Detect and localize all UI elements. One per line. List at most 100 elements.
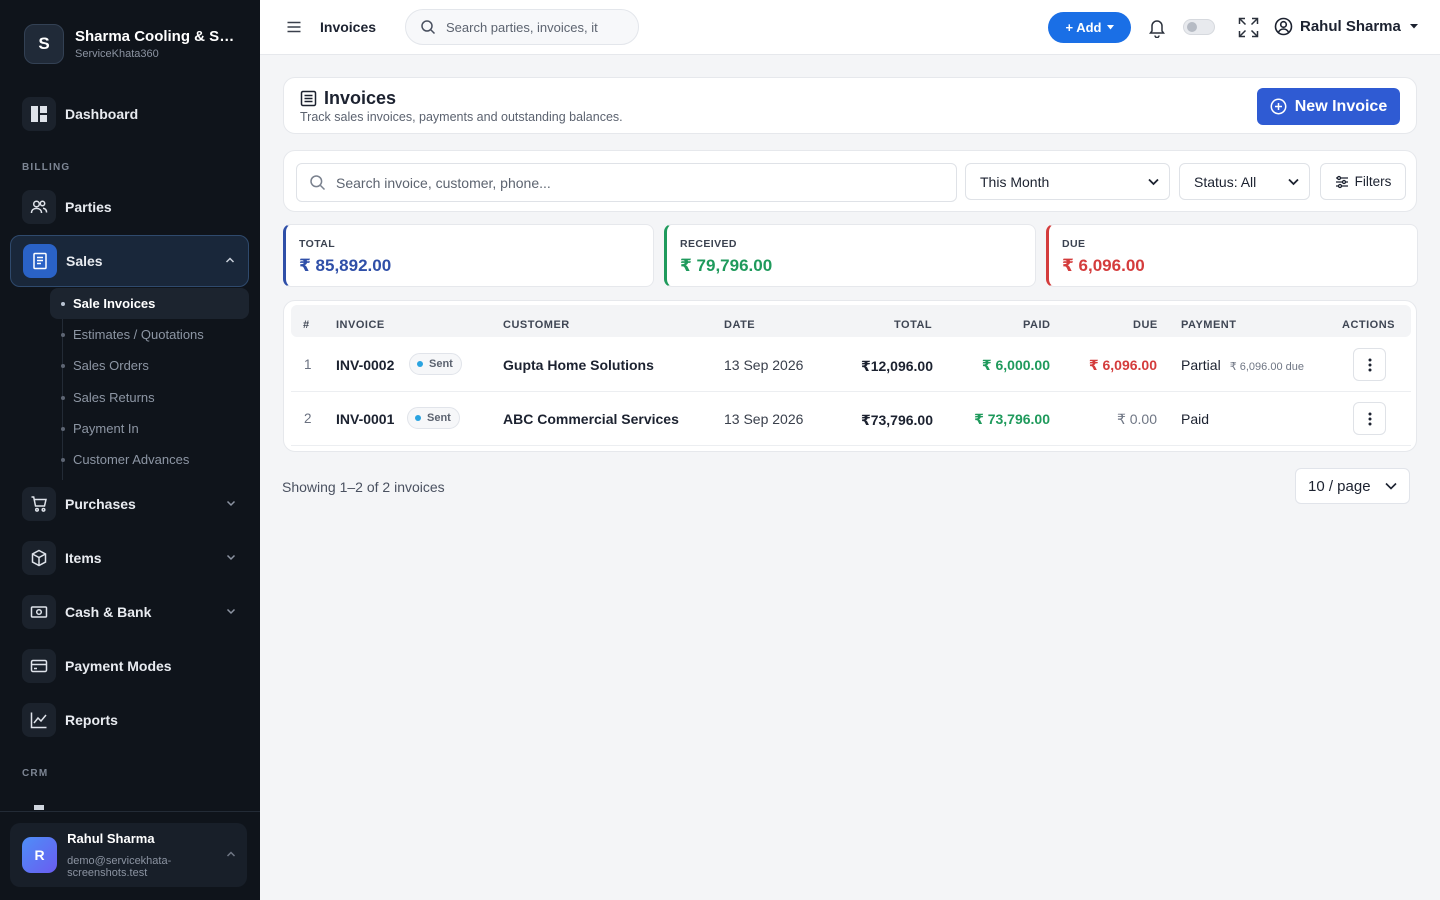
column-header: INVOICE: [336, 319, 385, 331]
due-note: ₹ 6,096.00 due: [1229, 361, 1304, 373]
payment-status-label: Partial: [1181, 357, 1221, 373]
credit-card-icon: [22, 649, 56, 683]
user-name: Rahul Sharma: [67, 831, 155, 846]
new-invoice-button[interactable]: New Invoice: [1257, 88, 1400, 125]
sidebar-subitem-sales-orders[interactable]: Sales Orders: [50, 350, 249, 381]
sidebar-item-cash-bank[interactable]: Cash & Bank: [10, 587, 249, 637]
sidebar-item-label: Cash & Bank: [65, 604, 152, 620]
stat-label: RECEIVED: [680, 238, 737, 250]
filters-button-label: Filters: [1354, 174, 1392, 189]
page-size-select[interactable]: 10 / page: [1295, 468, 1410, 504]
row-number: 2: [304, 411, 312, 426]
theme-toggle[interactable]: [1183, 19, 1215, 35]
page-title-text: Invoices: [324, 88, 397, 108]
box-icon: [22, 541, 56, 575]
user-menu[interactable]: Rahul Sharma: [1274, 17, 1418, 36]
status-select[interactable]: Status: All: [1179, 163, 1310, 200]
customer-name[interactable]: Gupta Home Solutions: [503, 357, 654, 373]
sidebar-item-label: Sales: [66, 253, 103, 269]
column-header: DUE: [1133, 319, 1158, 331]
search-icon: [420, 19, 436, 35]
new-invoice-label: New Invoice: [1294, 97, 1388, 115]
invoice-total: ₹73,796.00: [860, 412, 933, 428]
sidebar-subitem-payment-in[interactable]: Payment In: [50, 413, 249, 444]
status-badge-label: Sent: [429, 358, 453, 370]
stat-card-received: RECEIVED ₹ 79,796.00: [664, 224, 1036, 287]
invoice-number[interactable]: INV-0001: [336, 411, 394, 427]
invoice-search-input[interactable]: [336, 174, 936, 191]
sidebar-item-purchases[interactable]: Purchases: [10, 479, 249, 529]
cart-icon: [22, 487, 56, 521]
chevron-down-icon: [225, 605, 237, 617]
sidebar-item-label: Dashboard: [65, 106, 139, 122]
stat-label: TOTAL: [299, 238, 336, 250]
sidebar-item-partial[interactable]: [22, 800, 62, 810]
users-icon: [22, 190, 56, 224]
invoice-paid: ₹ 73,796.00: [974, 411, 1050, 427]
bell-icon[interactable]: [1147, 17, 1167, 38]
status-badge-label: Sent: [427, 412, 451, 424]
column-header: PAYMENT: [1181, 319, 1237, 331]
fullscreen-icon[interactable]: [1238, 17, 1259, 38]
sidebar-subitem-sale-invoices[interactable]: Sale Invoices: [50, 288, 249, 320]
sidebar-subitem-sales-returns[interactable]: Sales Returns: [50, 382, 249, 413]
sidebar-subitem-customer-advances[interactable]: Customer Advances: [50, 444, 249, 475]
sidebar-item-label: Payment Modes: [65, 658, 172, 674]
invoice-date: 13 Sep 2026: [724, 411, 804, 427]
global-search[interactable]: [405, 9, 639, 45]
invoices-table: # INVOICE CUSTOMER DATE TOTAL PAID DUE P…: [283, 300, 1417, 452]
chevron-up-icon: [225, 848, 237, 860]
invoice-due: ₹ 0.00: [1116, 411, 1157, 427]
cash-icon: [22, 595, 56, 629]
row-actions-button[interactable]: [1353, 402, 1386, 435]
status-badge: Sent: [409, 353, 462, 375]
stat-card-total: TOTAL ₹ 85,892.00: [283, 224, 654, 287]
page-size-value: 10 / page: [1308, 477, 1371, 495]
sidebar: S Sharma Cooling & Services ServiceKhata…: [0, 0, 260, 900]
sliders-icon: [1335, 175, 1349, 189]
status-badge: Sent: [407, 407, 460, 429]
chevron-down-icon: [1288, 178, 1299, 186]
sidebar-item-parties[interactable]: Parties: [10, 182, 249, 232]
filters-button[interactable]: Filters: [1320, 163, 1406, 200]
row-actions-button[interactable]: [1353, 348, 1386, 381]
invoice-due: ₹ 6,096.00: [1088, 357, 1157, 373]
sidebar-item-dashboard[interactable]: Dashboard: [10, 89, 249, 139]
invoice-number[interactable]: INV-0002: [336, 357, 394, 373]
brand[interactable]: S Sharma Cooling & Services ServiceKhata…: [24, 24, 239, 64]
invoice-paid: ₹ 6,000.00: [981, 357, 1050, 373]
table-row[interactable]: 1 INV-0002 Sent Gupta Home Solutions 13 …: [291, 338, 1411, 392]
customer-name[interactable]: ABC Commercial Services: [503, 411, 679, 427]
document-list-icon: [300, 90, 317, 107]
chevron-down-icon: [1148, 178, 1159, 186]
status-dot: [417, 361, 423, 367]
invoice-search[interactable]: [296, 163, 957, 202]
more-vertical-icon: [1368, 412, 1371, 425]
sidebar-user-card[interactable]: R Rahul Sharma demo@servicekhata-screens…: [10, 823, 247, 887]
table-row[interactable]: 2 INV-0001 Sent ABC Commercial Services …: [291, 392, 1411, 446]
sidebar-item-sales[interactable]: Sales: [10, 235, 249, 287]
add-button[interactable]: + Add: [1048, 12, 1131, 43]
status-dot: [415, 415, 421, 421]
sidebar-item-payment-modes[interactable]: Payment Modes: [10, 641, 249, 691]
period-select[interactable]: This Month: [965, 163, 1170, 200]
topbar-title: Invoices: [320, 19, 377, 35]
invoice-date: 13 Sep 2026: [724, 357, 804, 373]
chart-line-icon: [22, 703, 56, 737]
topbar: Invoices + Add Rahul Sharma: [260, 0, 1440, 55]
avatar: R: [22, 837, 58, 873]
sidebar-subitem-estimates[interactable]: Estimates / Quotations: [50, 319, 249, 350]
sidebar-item-label: Purchases: [65, 496, 136, 512]
menu-icon[interactable]: [286, 19, 302, 35]
caret-down-icon: [1106, 25, 1114, 30]
search-icon: [309, 174, 326, 191]
sidebar-item-items[interactable]: Items: [10, 533, 249, 583]
status-select-value: Status: All: [1194, 173, 1257, 190]
sidebar-item-label: Items: [65, 550, 102, 566]
sidebar-item-reports[interactable]: Reports: [10, 695, 249, 745]
sidebar-item-label: Parties: [65, 199, 112, 215]
page-subtitle: Track sales invoices, payments and outst…: [300, 110, 623, 124]
global-search-input[interactable]: [446, 19, 626, 35]
payment-status-label: Paid: [1181, 411, 1210, 427]
row-number: 1: [304, 357, 312, 372]
